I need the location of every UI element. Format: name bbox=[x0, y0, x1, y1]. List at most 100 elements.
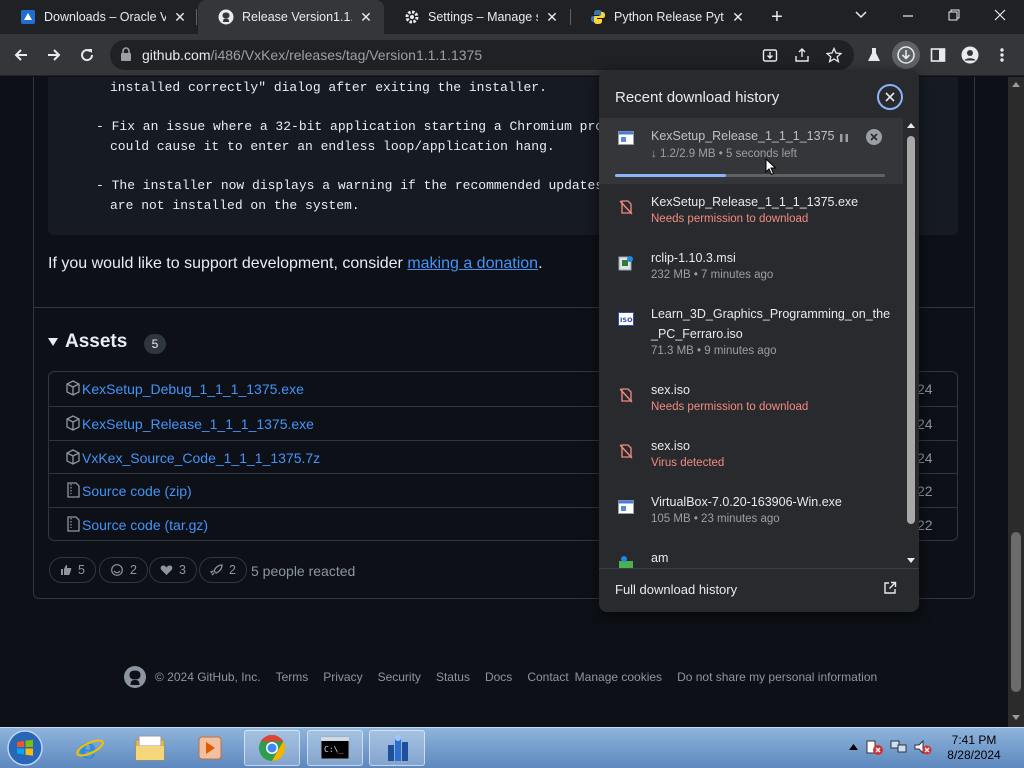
taskbar-media-player[interactable] bbox=[182, 730, 238, 766]
page-footer: © 2024 GitHub, Inc. Terms Privacy Securi… bbox=[123, 665, 892, 689]
download-item[interactable]: VirtualBox-7.0.20-163906-Win.exe 105 MB … bbox=[599, 486, 903, 542]
donation-link[interactable]: making a donation bbox=[407, 255, 538, 272]
lock-icon[interactable] bbox=[120, 47, 132, 66]
close-tab-icon[interactable]: ✕ bbox=[544, 9, 560, 25]
close-icon bbox=[870, 133, 878, 141]
arrow-left-icon bbox=[14, 49, 27, 61]
assets-toggle[interactable]: Assets bbox=[48, 331, 127, 353]
footer-link-docs[interactable]: Docs bbox=[485, 670, 512, 684]
download-item[interactable]: am bbox=[599, 542, 903, 568]
download-item[interactable]: ISO Learn_3D_Graphics_Programming_on_the… bbox=[599, 298, 903, 374]
download-status: 71.3 MB • 9 minutes ago bbox=[651, 345, 777, 357]
scrollbar-thumb[interactable] bbox=[1011, 532, 1021, 692]
asset-link[interactable]: KexSetup_Release_1_1_1_1375.exe bbox=[82, 416, 314, 432]
reaction-laugh-button[interactable]: 2 bbox=[99, 557, 148, 583]
release-notes-line: could cause it to enter an endless loop/… bbox=[110, 139, 555, 154]
network-icon[interactable] bbox=[890, 738, 908, 756]
asset-date: 24 bbox=[917, 416, 933, 432]
new-tab-button[interactable]: + bbox=[766, 6, 788, 28]
restore-button[interactable] bbox=[931, 0, 977, 30]
asset-link-suffix: (zip) bbox=[160, 483, 192, 499]
msi-file-icon bbox=[617, 254, 635, 272]
side-panel-button[interactable] bbox=[924, 41, 952, 69]
show-hidden-icons-button[interactable] bbox=[844, 738, 862, 756]
downloads-button[interactable] bbox=[892, 41, 920, 69]
reload-button[interactable] bbox=[73, 41, 101, 69]
start-button[interactable] bbox=[4, 729, 46, 767]
virtualbox-icon bbox=[20, 9, 36, 25]
share-icon[interactable] bbox=[793, 46, 811, 64]
download-item[interactable]: rclip-1.10.3.msi 232 MB • 7 minutes ago bbox=[599, 242, 903, 298]
tab-settings[interactable]: Settings – Manage ser ✕ bbox=[384, 0, 570, 34]
footer-link-security[interactable]: Security bbox=[378, 670, 421, 684]
footer-link-contact[interactable]: Contact bbox=[527, 670, 568, 684]
footer-link-privacy[interactable]: Privacy bbox=[323, 670, 362, 684]
scroll-up-arrow[interactable] bbox=[907, 123, 915, 128]
forward-button[interactable] bbox=[40, 41, 68, 69]
cancel-download-button[interactable] bbox=[866, 129, 882, 145]
taskbar-file-explorer[interactable] bbox=[122, 730, 178, 766]
reaction-heart-button[interactable]: 3 bbox=[149, 557, 197, 583]
scroll-up-arrow[interactable] bbox=[1012, 82, 1020, 87]
blocked-file-icon bbox=[617, 442, 635, 460]
package-icon bbox=[66, 380, 80, 396]
minimize-button[interactable] bbox=[885, 0, 931, 30]
bookmark-star-icon[interactable] bbox=[825, 46, 843, 64]
reaction-thumbs-up-button[interactable]: 5 bbox=[49, 557, 96, 583]
asset-link[interactable]: Source code (zip) bbox=[82, 483, 192, 499]
close-tab-icon[interactable]: ✕ bbox=[730, 9, 746, 25]
download-item-active[interactable]: KexSetup_Release_1_1_1_1375 ↓ 1.2/2.9 MB… bbox=[599, 118, 903, 184]
terminal-icon: C:\_ bbox=[320, 736, 350, 760]
action-center-icon[interactable] bbox=[865, 738, 883, 756]
chrome-menu-button[interactable] bbox=[988, 41, 1016, 69]
footer-link-do-not-share[interactable]: Do not share my personal information bbox=[677, 670, 877, 684]
footer-link-status[interactable]: Status bbox=[436, 670, 470, 684]
tab-python-release[interactable]: Python Release Pytho ✕ bbox=[570, 0, 756, 34]
asset-date: 24 bbox=[917, 450, 933, 466]
back-button[interactable] bbox=[7, 41, 35, 69]
profile-button[interactable] bbox=[956, 41, 984, 69]
taskbar-chrome[interactable] bbox=[244, 730, 300, 766]
taskbar-command-prompt[interactable]: C:\_ bbox=[307, 730, 363, 766]
reaction-rocket-button[interactable]: 2 bbox=[199, 557, 247, 583]
taskbar-installer-app[interactable] bbox=[369, 730, 425, 766]
asset-link[interactable]: KexSetup_Debug_1_1_1_1375.exe bbox=[82, 381, 304, 397]
scrollbar-thumb[interactable] bbox=[907, 136, 915, 524]
tab-oracle-downloads[interactable]: Downloads – Oracle V ✕ bbox=[0, 0, 198, 34]
download-list-scrollbar[interactable] bbox=[903, 118, 919, 568]
flask-icon bbox=[868, 48, 880, 61]
footer-link-manage-cookies[interactable]: Manage cookies bbox=[575, 670, 662, 684]
rocket-icon bbox=[210, 563, 223, 575]
address-bar[interactable]: github.com/i486/VxKex/releases/tag/Versi… bbox=[110, 40, 854, 70]
labs-flask-button[interactable] bbox=[860, 41, 888, 69]
asset-link[interactable]: Source code (tar.gz) bbox=[82, 517, 208, 533]
page-scrollbar[interactable] bbox=[1008, 77, 1024, 727]
close-tab-icon[interactable]: ✕ bbox=[172, 9, 188, 25]
system-clock[interactable]: 7:41 PM 8/28/2024 bbox=[936, 733, 1012, 763]
close-tab-icon[interactable]: ✕ bbox=[358, 9, 374, 25]
download-status: Virus detected bbox=[651, 457, 725, 469]
install-app-icon[interactable] bbox=[761, 46, 779, 64]
footer-link-terms[interactable]: Terms bbox=[276, 670, 309, 684]
tab-release-version[interactable]: Release Version1.1.1 ✕ bbox=[198, 0, 384, 34]
taskbar-internet-explorer[interactable]: e bbox=[62, 730, 118, 766]
full-download-history-link[interactable]: Full download history bbox=[615, 582, 737, 597]
download-item[interactable]: sex.iso Needs permission to download bbox=[599, 374, 903, 430]
tab-search-button[interactable] bbox=[838, 0, 884, 30]
pause-button[interactable] bbox=[837, 131, 851, 145]
github-logo-icon[interactable] bbox=[123, 665, 147, 689]
internet-explorer-icon: e bbox=[76, 733, 104, 763]
scroll-down-arrow[interactable] bbox=[907, 558, 915, 563]
full-download-history-row[interactable]: Full download history bbox=[599, 568, 919, 612]
url-text: github.com/i486/VxKex/releases/tag/Versi… bbox=[142, 47, 482, 63]
download-item[interactable]: sex.iso Virus detected bbox=[599, 430, 903, 486]
scroll-down-arrow[interactable] bbox=[1012, 715, 1020, 720]
close-window-button[interactable] bbox=[977, 0, 1023, 30]
volume-muted-icon[interactable] bbox=[914, 738, 932, 756]
close-bubble-button[interactable] bbox=[877, 84, 903, 110]
download-item[interactable]: KexSetup_Release_1_1_1_1375.exe Needs pe… bbox=[599, 186, 903, 242]
asset-link[interactable]: VxKex_Source_Code_1_1_1_1375.7z bbox=[82, 450, 320, 466]
pause-icon bbox=[840, 134, 848, 142]
windows-orb-icon bbox=[7, 730, 43, 766]
tab-title: Python Release Pytho bbox=[614, 10, 724, 24]
